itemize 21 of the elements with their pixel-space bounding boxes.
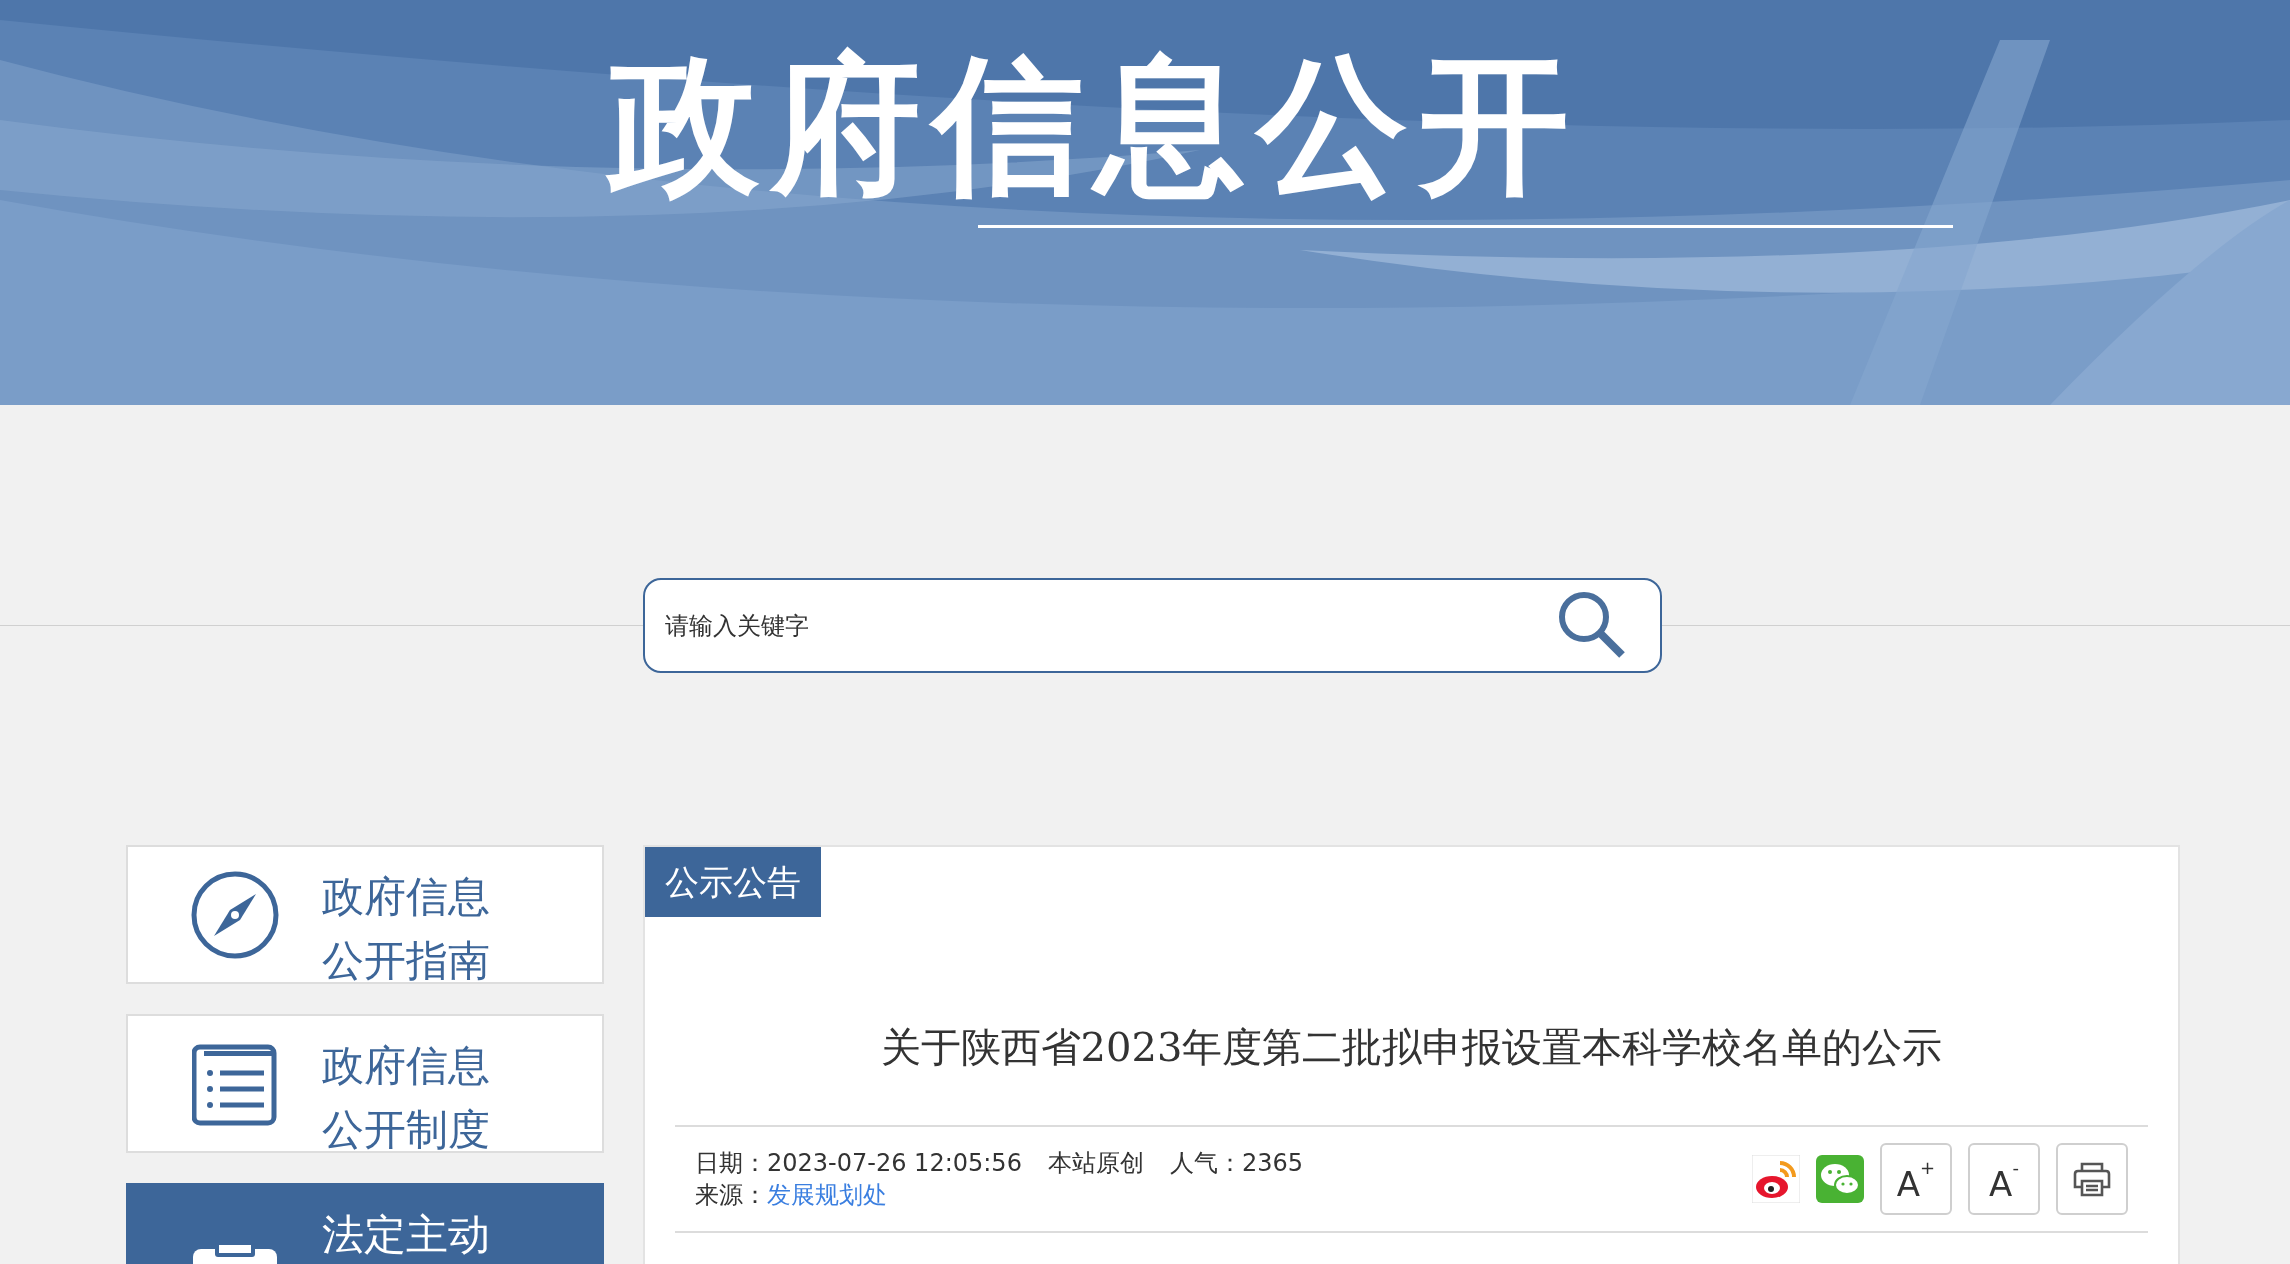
sidebar-item-label: 法定主动	[322, 1209, 491, 1261]
views-text: 人气：2365	[1169, 1148, 1303, 1179]
search-field[interactable]: 请输入关键字	[643, 578, 1662, 673]
compass-icon	[190, 870, 280, 960]
wechat-icon[interactable]	[1816, 1155, 1864, 1203]
font-decrease-button[interactable]: A-	[1968, 1143, 2040, 1215]
font-increase-button[interactable]: A+	[1880, 1143, 1952, 1215]
weibo-icon[interactable]	[1752, 1155, 1800, 1203]
origin-text: 本站原创	[1047, 1148, 1144, 1179]
sidebar-item-label: 政府信息公开指南	[322, 871, 491, 987]
date-text: 日期：2023-07-26 12:05:56	[695, 1148, 1022, 1179]
article-title: 关于陕西省2023年度第二批拟申报设置本科学校名单的公示	[879, 1023, 1944, 1072]
source-label: 来源：	[695, 1180, 767, 1211]
source-link[interactable]: 发展规划处	[767, 1179, 887, 1211]
section-tab[interactable]: 公示公告	[645, 847, 821, 917]
printer-icon	[2073, 1161, 2111, 1197]
sidebar-item[interactable]: 政府信息公开制度	[126, 1014, 604, 1153]
sidebar-item[interactable]: 法定主动	[126, 1183, 604, 1264]
print-button[interactable]	[2056, 1143, 2128, 1215]
sidebar-item-label: 政府信息公开制度	[322, 1040, 491, 1156]
sidebar-item[interactable]: 政府信息公开指南	[126, 845, 604, 984]
